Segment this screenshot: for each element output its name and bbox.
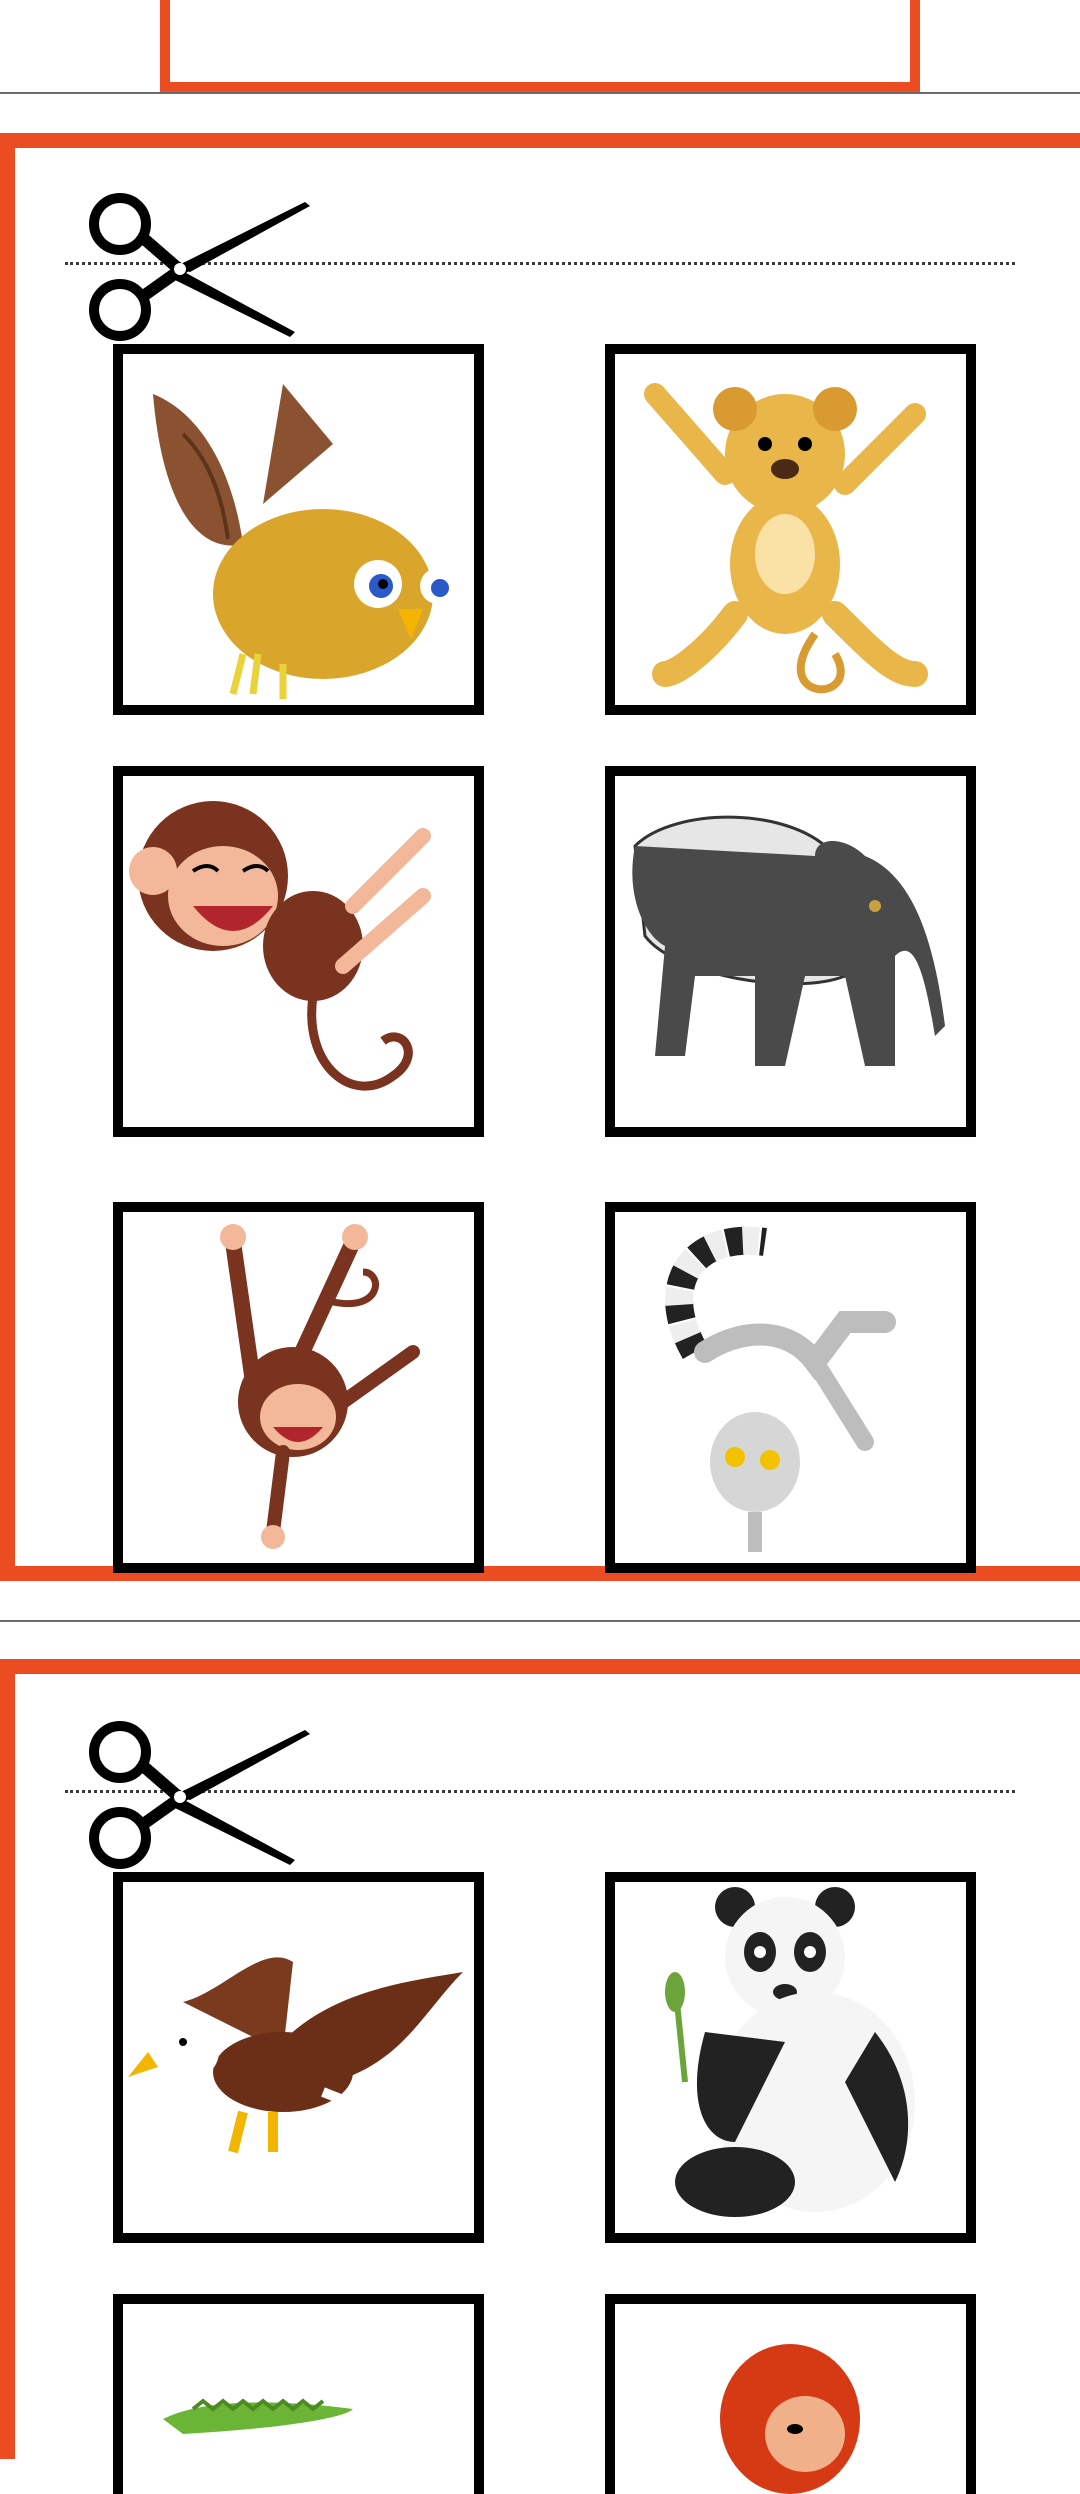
card-orangutan[interactable] [605,2294,976,2494]
card-eagle[interactable] [113,1872,484,2243]
monkey-handstand-illustration [220,1224,420,1549]
cutout-sheet [0,1659,1080,2494]
scissors-icon [89,1721,310,1869]
sheet-divider [0,1620,1080,1622]
card-owl[interactable] [113,344,484,715]
scissors-icon [89,193,310,341]
lemur-illustration [665,1226,896,1552]
sheet-divider [0,92,1080,94]
card-monkey-handstand[interactable] [113,1202,484,1573]
card-monkey-laughing[interactable] [113,766,484,1137]
previous-sheet-box [160,0,920,92]
card-lemur[interactable] [605,1202,976,1573]
cutout-sheet [0,133,1080,1581]
owl-illustration [153,384,456,699]
tapir-illustration [632,815,945,1066]
card-tapir[interactable] [605,766,976,1137]
panda-illustration [665,1887,915,2217]
card-crocodile[interactable] [113,2294,484,2494]
orangutan-illustration [720,2344,860,2494]
eagle-illustration [128,1957,463,2154]
lion-cub-illustration [644,383,928,694]
card-lion-cub[interactable] [605,344,976,715]
monkey-laughing-illustration [129,801,431,1091]
crocodile-illustration [163,2398,353,2434]
card-panda[interactable] [605,1872,976,2243]
